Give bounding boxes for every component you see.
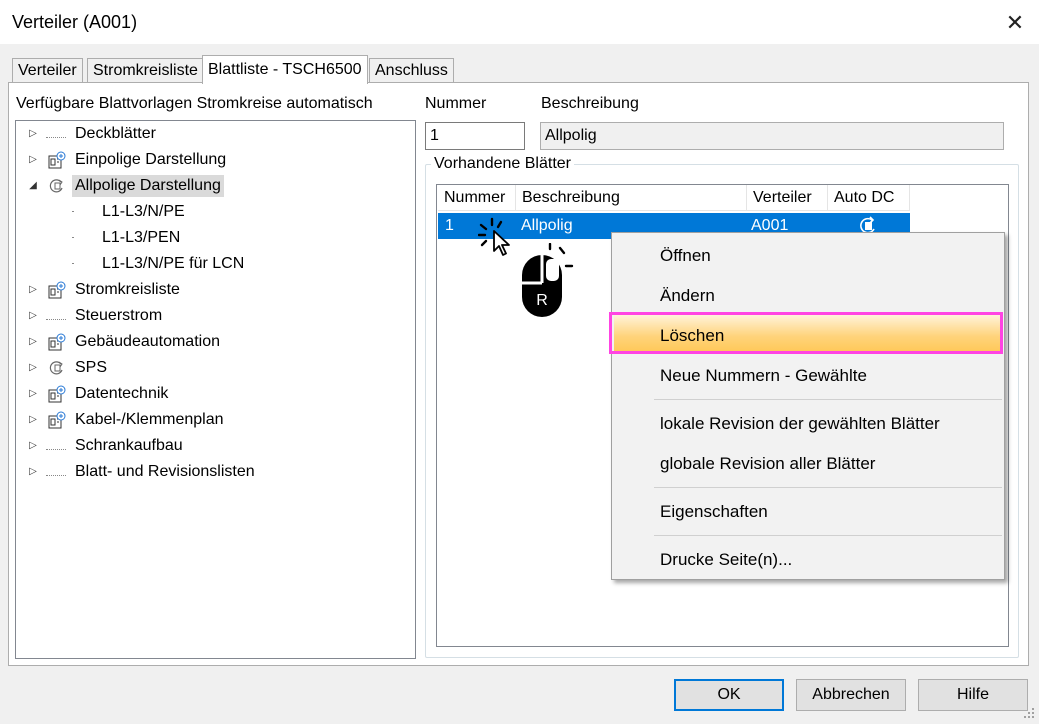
tree-child-item[interactable]: L1-L3/N/PE für LCN [16,253,414,275]
tree-item-gebaeudeautomation[interactable]: ▷ Gebäudeautomation [16,331,414,353]
menu-item-eigenschaften[interactable]: Eigenschaften [660,492,768,532]
menu-item-neue-nummern[interactable]: Neue Nummern - Gewählte [660,356,867,396]
expand-arrow-icon[interactable]: ▷ [26,331,40,353]
help-button[interactable]: Hilfe [918,679,1028,711]
tree-item-deckblaetter[interactable]: ▷ Deckblätter [16,123,414,145]
beschreibung-field[interactable]: Allpolig [540,122,1004,150]
refresh-circle-icon [49,179,63,193]
resize-grip-icon[interactable] [1020,704,1036,720]
tree-child-label: L1-L3/PEN [102,229,181,246]
dotted-connector-icon [46,439,66,450]
tree-item-label: Datentechnik [75,385,169,402]
expand-arrow-icon[interactable]: ▷ [26,149,40,171]
mouse-button-letter: R [536,292,548,309]
context-menu: Öffnen Ändern Löschen Neue Nummern - Gew… [611,232,1005,580]
menu-item-aendern[interactable]: Ändern [660,276,715,316]
tree-item-label: Einpolige Darstellung [75,151,227,168]
schematic-plus-icon [48,333,66,351]
column-header-auto-dc[interactable]: Auto DC [828,185,910,211]
tree-item-stromkreisliste[interactable]: ▷ Stromkreisliste [16,279,414,301]
cell-nummer: 1 [445,217,454,234]
dotted-connector-icon [46,465,66,476]
highlight-outline [609,312,1003,354]
dotted-connector-icon [46,127,66,138]
tree-item-label: Deckblätter [75,125,156,142]
ok-button[interactable]: OK [674,679,784,711]
collapse-arrow-icon[interactable]: ◢ [26,175,40,197]
tree-item-einpolige-darstellung[interactable]: ▷ Einpolige Darstellung [16,149,414,171]
tree-item-sps[interactable]: ▷ SPS [16,357,414,379]
tree-item-label: Steuerstrom [75,307,163,324]
tree-child-item[interactable]: L1-L3/N/PE [16,201,414,223]
dotted-connector-icon [46,309,66,320]
expand-arrow-icon[interactable]: ▷ [26,383,40,405]
tree-item-label: SPS [75,359,108,376]
nummer-label: Nummer [425,95,487,112]
column-header-beschreibung[interactable]: Beschreibung [516,185,747,211]
tree-item-kabel-klemmenplan[interactable]: ▷ Kabel-/Klemmenplan [16,409,414,431]
column-header-nummer[interactable]: Nummer [438,185,516,211]
menu-separator [654,487,1002,488]
tab-blattliste[interactable]: Blattliste - TSCH6500 [202,55,368,84]
tree-connector [72,263,74,264]
right-mouse-button-icon: R [522,243,574,317]
click-burst-cursor-icon [478,217,510,256]
tab-anschluss[interactable]: Anschluss [369,58,454,82]
expand-arrow-icon[interactable]: ▷ [26,305,40,327]
tab-stromkreisliste[interactable]: Stromkreisliste [87,58,204,82]
nummer-field[interactable]: 1 [425,122,525,150]
column-header-verteiler[interactable]: Verteiler [747,185,828,211]
menu-item-drucke-seiten[interactable]: Drucke Seite(n)... [660,540,792,580]
refresh-circle-icon [49,361,63,375]
close-icon[interactable]: ✕ [1002,10,1028,36]
tree-item-allpolige-darstellung[interactable]: ◢ Allpolige Darstellung [16,175,414,197]
tree-item-datentechnik[interactable]: ▷ Datentechnik [16,383,414,405]
tree-child-label: L1-L3/N/PE für LCN [102,255,245,272]
tree-item-label: Gebäudeautomation [75,333,220,350]
tree-child-label: L1-L3/N/PE [102,203,185,220]
cell-beschreibung: Allpolig [521,217,573,234]
menu-separator [654,535,1002,536]
schematic-plus-icon [48,281,66,299]
tree-item-label: Allpolige Darstellung [72,175,224,197]
expand-arrow-icon[interactable]: ▷ [26,123,40,145]
cancel-button[interactable]: Abbrechen [796,679,906,711]
expand-arrow-icon[interactable]: ▷ [26,435,40,457]
tree-item-label: Stromkreisliste [75,281,180,298]
templates-heading: Verfügbare Blattvorlagen Stromkreise aut… [16,95,373,112]
expand-arrow-icon[interactable]: ▷ [26,357,40,379]
tree-item-schrankaufbau[interactable]: ▷ Schrankaufbau [16,435,414,457]
tree-connector [72,211,74,212]
tree-item-blatt-revisionslisten[interactable]: ▷ Blatt- und Revisionslisten [16,461,414,483]
template-tree[interactable]: ▷ Deckblätter ▷ Einpolige Darstellung ◢ … [15,120,416,659]
tree-item-label: Schrankaufbau [75,437,183,454]
tab-verteiler[interactable]: Verteiler [12,58,83,82]
expand-arrow-icon[interactable]: ▷ [26,461,40,483]
expand-arrow-icon[interactable]: ▷ [26,279,40,301]
window-title: Verteiler (A001) [12,12,138,32]
beschreibung-label: Beschreibung [541,95,639,112]
tree-item-label: Blatt- und Revisionslisten [75,463,255,480]
menu-item-lokale-revision[interactable]: lokale Revision der gewählten Blätter [660,404,940,444]
existing-sheets-label: Vorhandene Blätter [431,155,574,173]
menu-separator [654,399,1002,400]
menu-item-globale-revision[interactable]: globale Revision aller Blätter [660,444,875,484]
tree-item-steuerstrom[interactable]: ▷ Steuerstrom [16,305,414,327]
schematic-plus-icon [48,151,66,169]
schematic-plus-icon [48,385,66,403]
tree-item-label: Kabel-/Klemmenplan [75,411,224,428]
menu-item-oeffnen[interactable]: Öffnen [660,236,711,276]
expand-arrow-icon[interactable]: ▷ [26,409,40,431]
schematic-plus-icon [48,411,66,429]
tree-child-item[interactable]: L1-L3/PEN [16,227,414,249]
tree-connector [72,237,74,238]
